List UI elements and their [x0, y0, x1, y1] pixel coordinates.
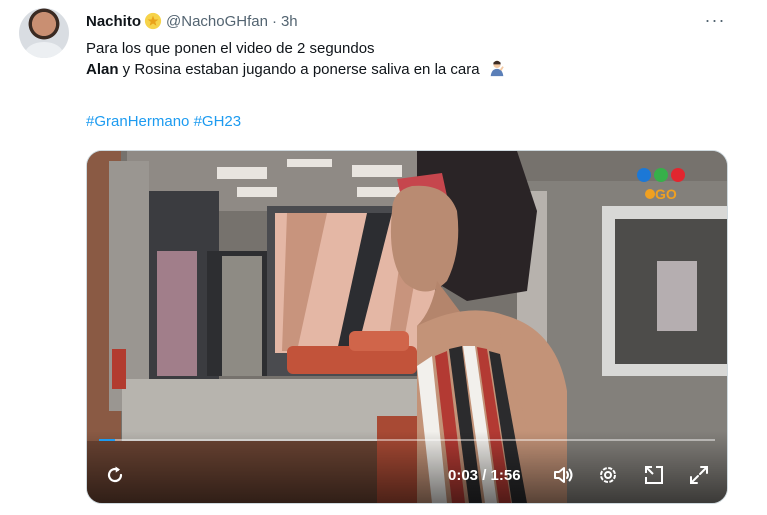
- hashtag-gh23[interactable]: #GH23: [194, 113, 242, 130]
- separator-dot: ·: [271, 12, 277, 30]
- tweet-line-2-text: y Rosina estaban jugando a ponerse saliv…: [118, 61, 480, 78]
- tweet-header: Nachito @NachoGHfan · 3h: [86, 10, 298, 32]
- tweet-line-1: Para los que ponen el video de 2 segundo…: [86, 38, 726, 59]
- avatar-shirt: [25, 42, 63, 58]
- tweet-text: Para los que ponen el video de 2 segundo…: [86, 38, 726, 80]
- video-player[interactable]: GO 0:03 / 1:56: [86, 150, 728, 504]
- video-controls: 0:03 / 1:56: [87, 451, 727, 499]
- progress-fill: [99, 439, 116, 441]
- volume-icon[interactable]: [547, 459, 579, 491]
- video-timecode: 0:03 / 1:56: [448, 467, 521, 484]
- more-icon[interactable]: ···: [700, 8, 730, 32]
- progress-bar[interactable]: [99, 439, 715, 441]
- telefe-logo-text: GO: [655, 186, 677, 202]
- picture-in-picture-icon[interactable]: [638, 459, 670, 491]
- person-gesturing-emoji-icon: [490, 60, 504, 77]
- tweet[interactable]: Nachito @NachoGHfan · 3h ··· Para los qu…: [0, 0, 767, 515]
- avatar[interactable]: [19, 8, 69, 58]
- fullscreen-icon[interactable]: [683, 459, 715, 491]
- tweet-time[interactable]: 3h: [281, 13, 298, 30]
- tweet-line-2: Alan y Rosina estaban jugando a ponerse …: [86, 59, 726, 80]
- total-duration: 1:56: [490, 467, 521, 484]
- time-divider: /: [478, 467, 491, 484]
- author-handle[interactable]: @NachoGHfan: [166, 13, 268, 30]
- hashtags: #GranHermano #GH23: [86, 113, 241, 130]
- telefe-logo-graphic: GO: [637, 168, 685, 202]
- replay-icon[interactable]: [99, 459, 131, 491]
- hashtag-granhermano[interactable]: #GranHermano: [86, 113, 189, 130]
- telefe-logo: GO: [635, 165, 695, 207]
- star-badge-icon: [144, 12, 162, 30]
- elapsed-time: 0:03: [448, 467, 479, 484]
- tweet-line-1-text: Para los que ponen el video de 2 segundo…: [86, 40, 375, 57]
- tweet-line-2-bold: Alan: [86, 61, 119, 78]
- settings-icon[interactable]: [592, 459, 624, 491]
- author-name[interactable]: Nachito: [86, 13, 141, 30]
